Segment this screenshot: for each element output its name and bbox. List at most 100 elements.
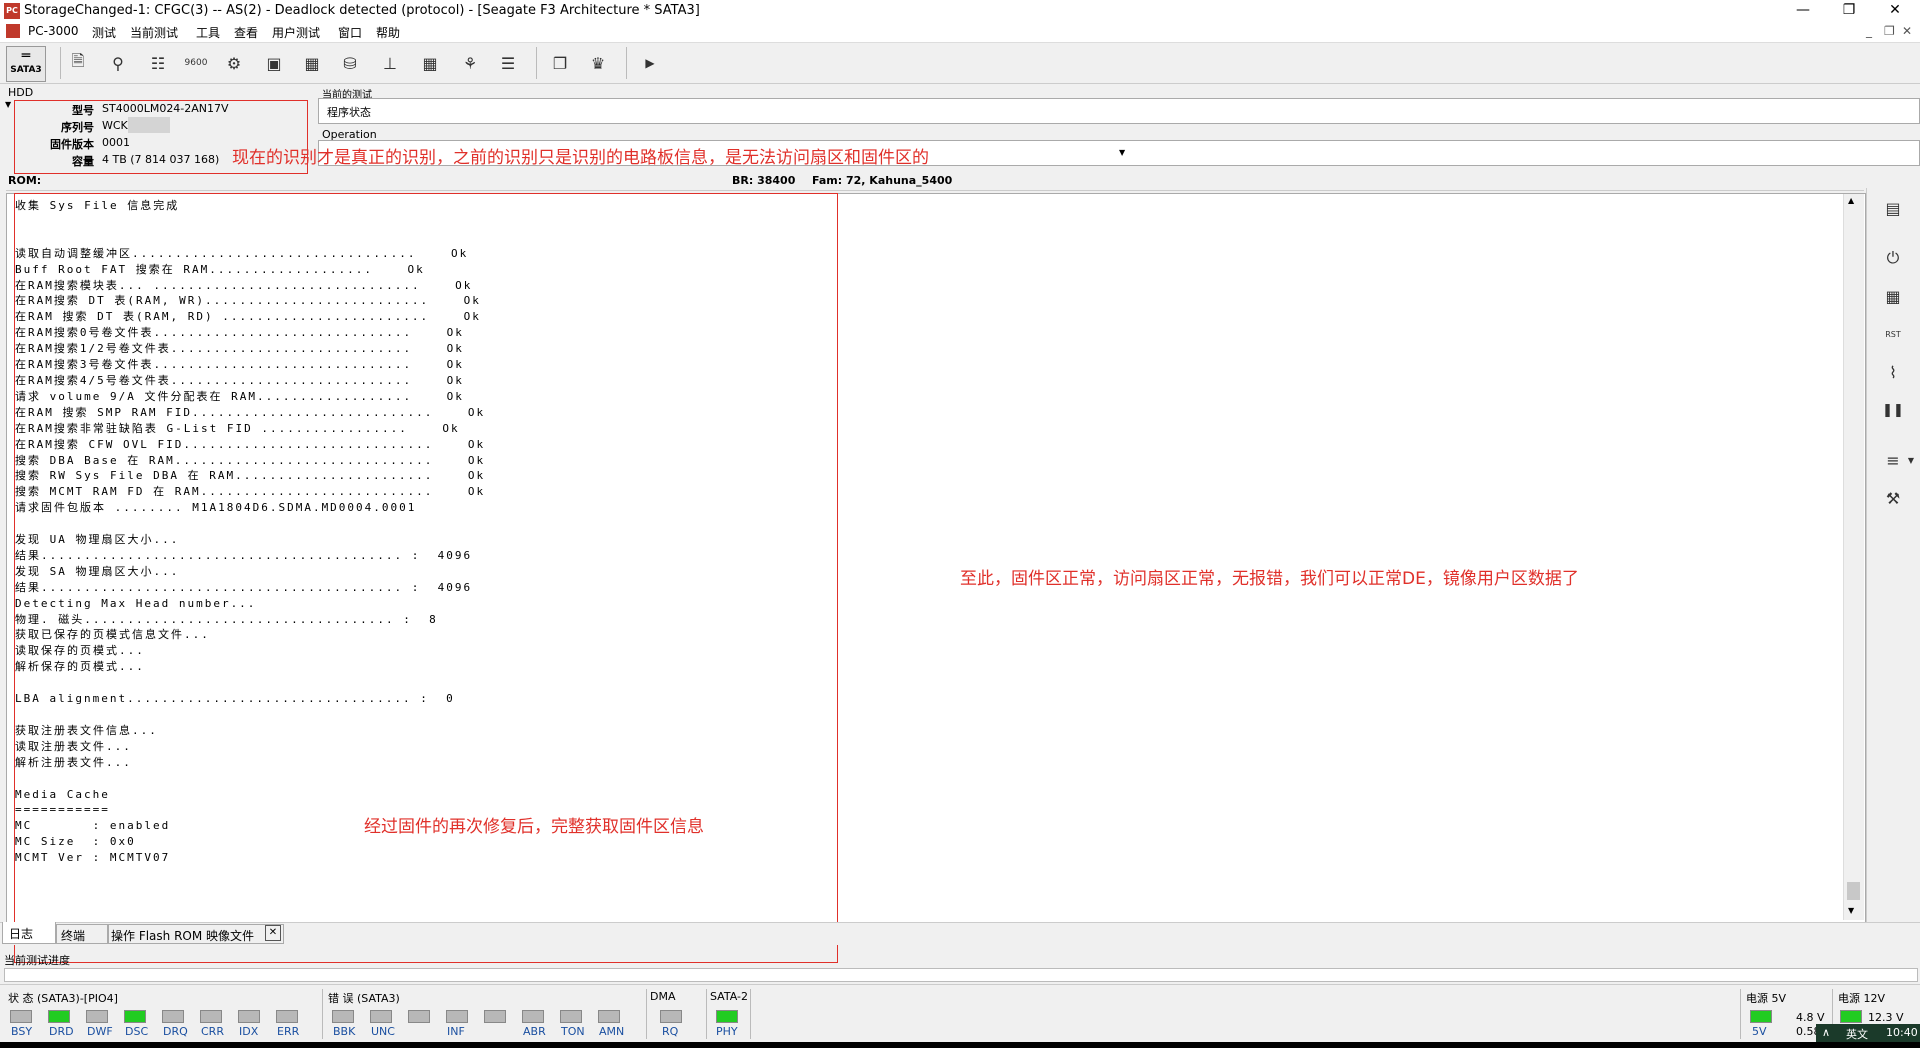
tab-flash-rom[interactable]: 操作 Flash ROM 映像文件 ✕ bbox=[108, 924, 284, 944]
error-led bbox=[522, 1010, 544, 1023]
sata2-group-title: SATA-2 bbox=[710, 990, 748, 1003]
log-scrollbar[interactable]: ▲ ▼ bbox=[1843, 194, 1864, 920]
reset-icon[interactable]: RST bbox=[1879, 320, 1907, 348]
main-toolbar: ═ SATA3 🗎 ⚲ ☷ 9600 ⚙ ▣ ▦ ⛁ ⊥ ▦ ⚘ ☰ ❐ ♛ ▶ bbox=[0, 43, 1920, 84]
toolbar-separator bbox=[536, 47, 537, 79]
status-led-label: CRR bbox=[201, 1025, 224, 1038]
power12-led bbox=[1840, 1010, 1862, 1023]
power12-voltage: 12.3 V bbox=[1868, 1011, 1904, 1024]
person-icon[interactable]: ♛ bbox=[584, 49, 612, 77]
menu-user-test[interactable]: 用户测试 bbox=[272, 24, 320, 41]
model-value: ST4000LM024-2AN17V bbox=[102, 102, 229, 115]
status-bar: 状 态 (SATA3)-[PIO4] BSY DRD DWF DSC DRQ CRR IDX… bbox=[0, 984, 1920, 1043]
list-icon[interactable]: ☰ bbox=[494, 49, 522, 77]
baud-rate-icon[interactable]: 9600 bbox=[182, 49, 210, 77]
power5-led bbox=[1750, 1010, 1772, 1023]
serial-redaction bbox=[128, 117, 170, 133]
menu-current-test[interactable]: 当前测试 bbox=[130, 24, 178, 41]
status-led-label: DRD bbox=[49, 1025, 74, 1038]
menu-window[interactable]: 窗口 bbox=[338, 24, 362, 41]
right-toolbar: ▤ ⏻ ▦ RST ⌇ ❚❚ ≡ ▼ ⚒ bbox=[1866, 188, 1919, 922]
baud-rate-value: BR: 38400 bbox=[732, 174, 796, 187]
tab-flash-rom-label: 操作 Flash ROM 映像文件 bbox=[111, 929, 255, 943]
scroll-up-icon[interactable]: ▲ bbox=[1848, 196, 1854, 205]
voltage-icon[interactable]: ⌇ bbox=[1879, 358, 1907, 386]
error-led-label: AMN bbox=[599, 1025, 625, 1038]
scroll-down-icon[interactable]: ▼ bbox=[1848, 906, 1854, 915]
copy-icon[interactable]: ❐ bbox=[546, 49, 574, 77]
stack-icon[interactable]: ≡ bbox=[1879, 446, 1907, 474]
power12-title: 电源 12V bbox=[1838, 992, 1886, 1005]
board-status-icon[interactable]: ▦ bbox=[1879, 282, 1907, 310]
status-group-title: 状 态 (SATA3)-[PIO4] bbox=[8, 992, 118, 1005]
tray-chevron-icon[interactable]: ∧ bbox=[1822, 1026, 1830, 1039]
status-led-crr bbox=[200, 1010, 222, 1023]
serial-label: 序列号 bbox=[61, 121, 94, 134]
error-led-label: INF bbox=[447, 1025, 465, 1038]
capacity-value: 4 TB (7 814 037 168) bbox=[102, 153, 220, 166]
progress-label: 当前测试进度 bbox=[4, 954, 70, 967]
sata-icon: ═ bbox=[21, 48, 31, 64]
tab-close-icon[interactable]: ✕ bbox=[265, 925, 281, 941]
status-led-label: DWF bbox=[87, 1025, 113, 1038]
progress-bar bbox=[4, 968, 1918, 982]
power-icon[interactable]: ⏻ bbox=[1879, 244, 1907, 272]
menu-view[interactable]: 查看 bbox=[234, 24, 258, 41]
mdi-restore-icon[interactable]: ❐ bbox=[1884, 24, 1895, 38]
status-separator bbox=[706, 989, 707, 1039]
grid-icon[interactable]: ▦ bbox=[416, 49, 444, 77]
document-icon[interactable]: 🗎 bbox=[64, 49, 92, 77]
status-led-label: BSY bbox=[11, 1025, 33, 1038]
right-pause-icon[interactable]: ❚❚ bbox=[1879, 396, 1907, 424]
connect-icon[interactable]: ⚘ bbox=[456, 49, 484, 77]
operation-dropdown-icon[interactable]: ▼ bbox=[1119, 148, 1125, 157]
family-value: Fam: 72, Kahuna_5400 bbox=[812, 174, 953, 187]
network-icon[interactable]: ☷ bbox=[144, 49, 172, 77]
error-led bbox=[446, 1010, 468, 1023]
serial-value: WCK bbox=[102, 119, 128, 132]
error-led bbox=[560, 1010, 582, 1023]
scroll-thumb[interactable] bbox=[1847, 882, 1860, 900]
annotation-bottom: 经过固件的再次修复后，完整获取固件区信息 bbox=[364, 817, 704, 837]
status-led-drq bbox=[162, 1010, 184, 1023]
tab-log[interactable]: 日志 bbox=[2, 922, 56, 944]
menu-test[interactable]: 测试 bbox=[92, 24, 116, 41]
device-icon[interactable]: ▤ bbox=[1879, 194, 1907, 222]
maximize-button[interactable]: ❐ bbox=[1826, 0, 1872, 22]
mdi-close-icon[interactable]: ✕ bbox=[1902, 24, 1912, 38]
disk-icon[interactable]: ⛁ bbox=[336, 49, 364, 77]
tab-log-label: 日志 bbox=[9, 927, 34, 941]
close-button[interactable]: ✕ bbox=[1872, 0, 1918, 22]
tab-terminal[interactable]: 终端 bbox=[56, 924, 108, 944]
sata-mode-button[interactable]: ═ SATA3 bbox=[6, 46, 46, 82]
error-led bbox=[370, 1010, 392, 1023]
menu-tools[interactable]: 工具 bbox=[196, 24, 220, 41]
title-bar: PC 3000 StorageChanged-1: CFGC(3) -- AS(… bbox=[0, 0, 1920, 31]
error-led-label: UNC bbox=[371, 1025, 395, 1038]
wrench-icon[interactable]: ⚒ bbox=[1879, 484, 1907, 512]
taskbar bbox=[0, 1042, 1920, 1048]
collapse-arrow-icon[interactable]: ▼ bbox=[5, 100, 11, 109]
error-led-label: ABR bbox=[523, 1025, 546, 1038]
ime-indicator[interactable]: 英文 bbox=[1846, 1026, 1868, 1042]
gear-icon[interactable]: ⚙ bbox=[220, 49, 248, 77]
sata2-phy-led bbox=[716, 1010, 738, 1023]
stack-dropdown-icon[interactable]: ▼ bbox=[1905, 446, 1917, 474]
mdi-minimize-icon[interactable]: _ bbox=[1866, 24, 1872, 38]
clock: 10:40 bbox=[1886, 1026, 1918, 1039]
firmware-value: 0001 bbox=[102, 136, 130, 149]
menu-help[interactable]: 帮助 bbox=[376, 24, 400, 41]
power5-voltage: 4.8 V bbox=[1796, 1011, 1825, 1024]
key-icon[interactable]: ⚲ bbox=[104, 49, 132, 77]
error-led bbox=[598, 1010, 620, 1023]
menu-pc3000[interactable]: PC-3000 bbox=[28, 24, 78, 38]
status-led-dsc bbox=[124, 1010, 146, 1023]
firmware-label: 固件版本 bbox=[50, 138, 94, 151]
board-icon[interactable]: ▦ bbox=[298, 49, 326, 77]
window-title: StorageChanged-1: CFGC(3) -- AS(2) - Dea… bbox=[24, 3, 700, 18]
error-led bbox=[332, 1010, 354, 1023]
play-icon[interactable]: ▶ bbox=[636, 49, 664, 77]
minimize-button[interactable]: — bbox=[1780, 0, 1826, 22]
tools-icon[interactable]: ⊥ bbox=[376, 49, 404, 77]
chip-icon[interactable]: ▣ bbox=[260, 49, 288, 77]
